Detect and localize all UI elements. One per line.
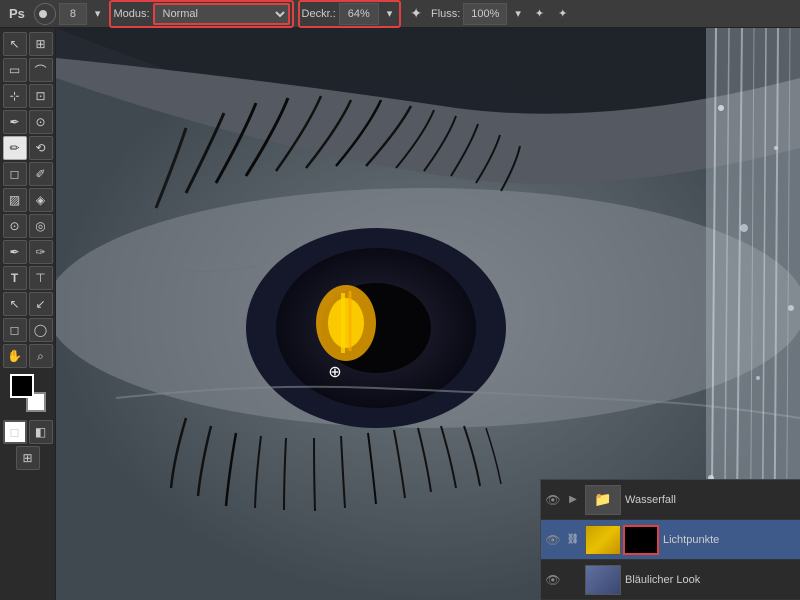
brush-preview-button[interactable] [34,3,56,25]
layer-thumbnails-lichtpunkte [585,525,659,555]
airbrush-button[interactable]: ✦ [405,3,427,25]
fluss-dropdown[interactable]: ▾ [510,3,526,25]
fluss-label: Fluss: [431,8,460,20]
paint-bucket-tool[interactable]: ◈ [29,188,53,212]
modus-group: Modus: Normal Multiplizieren Negativ mul… [109,0,293,28]
tools-panel: ↖ ⊞ ▭ ⌒ ⊹ ⊡ ✒ ⊙ ✏ ⟲ ◻ ✐ ▨ ◈ ⊙ ◎ [0,28,56,600]
pen-size-button[interactable]: ✦ [553,3,572,25]
quick-mask-off[interactable]: ◻ [3,420,27,444]
fluss-input[interactable] [463,3,507,25]
direct-select-tool[interactable]: ↙ [29,292,53,316]
layer-name-lichtpunkte: Lichtpunkte [663,534,796,546]
rect-shape-tool[interactable]: ◻ [3,318,27,342]
modus-label: Modus: [113,8,149,20]
deckr-group: Deckr.: ▾ [298,0,402,28]
text-tool[interactable]: T [3,266,27,290]
deckr-dropdown[interactable]: ▾ [382,3,398,25]
quick-mask-on[interactable]: ◧ [29,420,53,444]
brush-size-dropdown[interactable]: ▾ [90,3,106,25]
move-tool[interactable]: ↖ [3,32,27,56]
rect-marquee-tool[interactable]: ▭ [3,58,27,82]
artboard-tool[interactable]: ⊞ [29,32,53,56]
pen-pressure-button[interactable]: ✦ [530,3,549,25]
layer-name-wasserfall: Wasserfall [625,494,796,506]
layer-link-lichtpunkte[interactable]: ⛓ [565,532,581,548]
brush-size-input[interactable] [59,3,87,25]
pencil-tool[interactable]: ✐ [29,162,53,186]
layer-lichtpunkte[interactable]: 👁 ⛓ Lichtpunkte [541,520,800,560]
deckr-label: Deckr.: [302,8,336,20]
canvas-area[interactable]: ⊕ 👁 ▶ 📁 Wasserfall 👁 ⛓ Lichtpunkte [56,28,800,600]
brush-tool[interactable]: ✏ [3,136,27,160]
brush-circle-icon [39,10,47,18]
layers-panel: 👁 ▶ 📁 Wasserfall 👁 ⛓ Lichtpunkte 👁 [540,479,800,600]
path-select-tool[interactable]: ↖ [3,292,27,316]
layer-spacer-blaeulicher [565,572,581,588]
blur-tool[interactable]: ◎ [29,214,53,238]
hand-tool[interactable]: ✋ [3,344,27,368]
pen-tool[interactable]: ✒ [3,240,27,264]
gradient-tool[interactable]: ▨ [3,188,27,212]
layer-visibility-blaeulicher[interactable]: 👁 [545,572,561,588]
dodge-tool[interactable]: ⊙ [3,214,27,238]
modus-select[interactable]: Normal Multiplizieren Negativ multiplizi… [153,3,290,25]
screen-mode-button[interactable]: ⊞ [16,446,40,470]
layer-thumb-yellow [585,525,621,555]
eraser-tool[interactable]: ◻ [3,162,27,186]
ellipse-shape-tool[interactable]: ◯ [29,318,53,342]
layer-thumb-mask [623,525,659,555]
fluss-group: Fluss: ▾ [431,3,526,25]
crop-tool[interactable]: ⊡ [29,84,53,108]
freeform-pen-tool[interactable]: ✑ [29,240,53,264]
color-swatches[interactable] [8,374,48,412]
color-sample-tool[interactable]: ⊙ [29,110,53,134]
lasso-tool[interactable]: ⌒ [29,58,53,82]
foreground-color-swatch[interactable] [10,374,34,398]
zoom-tool[interactable]: ⌕ [29,344,53,368]
eyedropper-tool[interactable]: ✒ [3,110,27,134]
layer-name-blaeulicher: Bläulicher Look [625,574,796,586]
text-vertical-tool[interactable]: ⊤ [29,266,53,290]
layer-blaeulicher-look[interactable]: 👁 Bläulicher Look [541,560,800,600]
history-brush-tool[interactable]: ⟲ [29,136,53,160]
quick-select-tool[interactable]: ⊹ [3,84,27,108]
layer-visibility-wasserfall[interactable]: 👁 [545,492,561,508]
layer-thumbnail-wasserfall: 📁 [585,485,621,515]
layer-visibility-lichtpunkte[interactable]: 👁 [545,532,561,548]
layer-arrow-wasserfall[interactable]: ▶ [565,492,581,508]
layer-wasserfall[interactable]: 👁 ▶ 📁 Wasserfall [541,480,800,520]
layer-thumbnail-blaeulicher [585,565,621,595]
main-area: ↖ ⊞ ▭ ⌒ ⊹ ⊡ ✒ ⊙ ✏ ⟲ ◻ ✐ ▨ ◈ ⊙ ◎ [0,28,800,600]
ps-menu-button[interactable]: Ps [4,3,30,25]
deckr-input[interactable] [339,3,379,25]
main-toolbar: Ps ▾ Modus: Normal Multiplizieren Negati… [0,0,800,28]
